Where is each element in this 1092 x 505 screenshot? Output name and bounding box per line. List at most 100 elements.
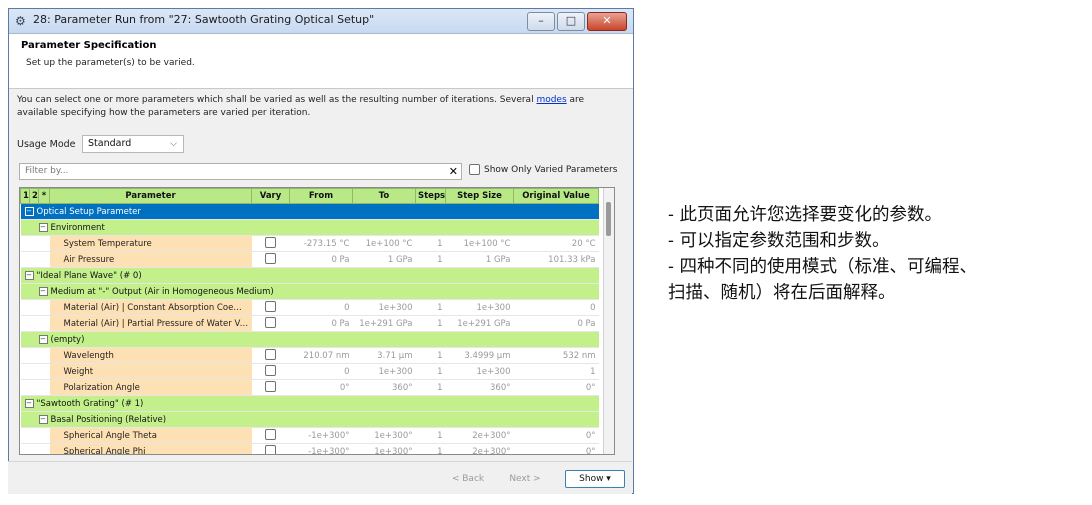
step-size-cell[interactable]: 1 GPa bbox=[445, 251, 514, 268]
group-row[interactable]: − (empty) bbox=[20, 331, 599, 348]
vary-checkbox[interactable] bbox=[265, 348, 276, 360]
vary-checkbox[interactable] bbox=[265, 300, 276, 312]
table-row[interactable]: Polarization Angle 0° 360° 1 360° 0° bbox=[20, 379, 599, 396]
from-cell[interactable]: -1e+300° bbox=[289, 427, 353, 444]
from-cell[interactable]: -273.15 °C bbox=[289, 235, 353, 252]
table-row[interactable]: Material (Air) | Constant Absorption Coe… bbox=[20, 299, 599, 316]
from-cell[interactable]: 0 bbox=[289, 363, 353, 380]
show-only-varied-checkbox[interactable] bbox=[469, 164, 480, 175]
collapse-toggle-icon[interactable]: − bbox=[24, 398, 34, 408]
minimize-button[interactable]: – bbox=[527, 12, 555, 31]
close-button[interactable]: ✕ bbox=[587, 12, 627, 31]
to-cell[interactable]: 1 GPa bbox=[352, 251, 416, 268]
from-cell[interactable]: -1e+300° bbox=[289, 443, 353, 454]
step-size-cell[interactable]: 1e+100 °C bbox=[445, 235, 514, 252]
to-cell[interactable]: 1e+300° bbox=[352, 443, 416, 454]
vary-checkbox[interactable] bbox=[265, 380, 276, 392]
header-from[interactable]: From bbox=[289, 188, 353, 204]
to-cell[interactable]: 360° bbox=[352, 379, 416, 396]
parameter-name-cell[interactable]: Weight bbox=[49, 363, 252, 380]
steps-cell[interactable]: 1 bbox=[415, 299, 446, 316]
table-row[interactable]: Spherical Angle Theta -1e+300° 1e+300° 1 2e+… bbox=[20, 427, 599, 444]
step-size-cell[interactable]: 2e+300° bbox=[445, 427, 514, 444]
vary-checkbox[interactable] bbox=[265, 444, 276, 454]
steps-cell[interactable]: 1 bbox=[415, 251, 446, 268]
steps-cell[interactable]: 1 bbox=[415, 235, 446, 252]
table-row[interactable]: Weight 0 1e+300 1 1e+300 1 bbox=[20, 363, 599, 380]
collapse-toggle-icon[interactable]: − bbox=[24, 206, 34, 216]
parameter-name-cell[interactable]: Air Pressure bbox=[49, 251, 252, 268]
steps-cell[interactable]: 1 bbox=[415, 315, 446, 332]
to-cell[interactable]: 1e+300 bbox=[352, 363, 416, 380]
to-cell[interactable]: 3.71 µm bbox=[352, 347, 416, 364]
to-cell[interactable]: 1e+100 °C bbox=[352, 235, 416, 252]
collapse-toggle-icon[interactable]: − bbox=[38, 222, 48, 232]
show-only-varied-toggle[interactable]: Show Only Varied Parameters bbox=[469, 164, 617, 175]
step-size-cell[interactable]: 3.4999 µm bbox=[445, 347, 514, 364]
steps-cell[interactable]: 1 bbox=[415, 427, 446, 444]
header-step-size[interactable]: Step Size bbox=[445, 188, 514, 204]
step-size-cell[interactable]: 1e+291 GPa bbox=[445, 315, 514, 332]
table-row[interactable]: System Temperature -273.15 °C 1e+100 °C 1 1e… bbox=[20, 235, 599, 252]
parameter-name-cell[interactable]: Spherical Angle Theta bbox=[49, 427, 252, 444]
usage-mode-select[interactable]: Standard ⌵ bbox=[82, 135, 184, 153]
collapse-toggle-icon[interactable]: − bbox=[38, 286, 48, 296]
step-size-cell[interactable]: 2e+300° bbox=[445, 443, 514, 454]
group-row[interactable]: − "Sawtooth Grating" (# 1) bbox=[20, 395, 599, 412]
vary-checkbox[interactable] bbox=[265, 428, 276, 440]
to-cell[interactable]: 1e+300° bbox=[352, 427, 416, 444]
steps-cell[interactable]: 1 bbox=[415, 363, 446, 380]
group-row[interactable]: − Optical Setup Parameter bbox=[20, 203, 599, 220]
collapse-toggle-icon[interactable]: − bbox=[24, 270, 34, 280]
from-cell[interactable]: 210.07 nm bbox=[289, 347, 353, 364]
step-size-cell[interactable]: 1e+300 bbox=[445, 363, 514, 380]
parameter-name-cell[interactable]: Spherical Angle Phi bbox=[49, 443, 252, 454]
from-cell[interactable]: 0° bbox=[289, 379, 353, 396]
modes-link[interactable]: modes bbox=[536, 95, 566, 105]
steps-cell[interactable]: 1 bbox=[415, 347, 446, 364]
scrollbar-thumb[interactable] bbox=[606, 202, 611, 236]
table-row[interactable]: Spherical Angle Phi -1e+300° 1e+300° 1 2e+30… bbox=[20, 443, 599, 454]
parameter-name-cell[interactable]: Material (Air) | Partial Pressure of Wat… bbox=[49, 315, 252, 332]
header-vary[interactable]: Vary bbox=[251, 188, 290, 204]
header-to[interactable]: To bbox=[352, 188, 416, 204]
steps-cell[interactable]: 1 bbox=[415, 443, 446, 454]
parameter-name-cell[interactable]: System Temperature bbox=[49, 235, 252, 252]
header-col-star[interactable]: * bbox=[38, 188, 50, 204]
parameter-name-cell[interactable]: Polarization Angle bbox=[49, 379, 252, 396]
from-cell[interactable]: 0 bbox=[289, 299, 353, 316]
vary-checkbox[interactable] bbox=[265, 236, 276, 248]
header-parameter[interactable]: Parameter bbox=[49, 188, 252, 204]
from-cell[interactable]: 0 Pa bbox=[289, 315, 353, 332]
table-row[interactable]: Material (Air) | Partial Pressure of Wat… bbox=[20, 315, 599, 332]
group-row[interactable]: − Environment bbox=[20, 219, 599, 236]
header-col-1[interactable]: 1 bbox=[20, 188, 30, 204]
back-button[interactable]: < Back bbox=[448, 470, 488, 488]
filter-input[interactable]: Filter by... ✕ bbox=[19, 163, 462, 180]
parameter-name-cell[interactable]: Wavelength bbox=[49, 347, 252, 364]
next-button[interactable]: Next > bbox=[505, 470, 545, 488]
collapse-toggle-icon[interactable]: − bbox=[38, 334, 48, 344]
show-button[interactable]: Show ▾ bbox=[565, 470, 625, 488]
title-bar[interactable]: ⚙ 28: Parameter Run from "27: Sawtooth G… bbox=[9, 9, 633, 34]
group-row[interactable]: − Medium at "-" Output (Air in Homogeneou… bbox=[20, 283, 599, 300]
group-row[interactable]: − "Ideal Plane Wave" (# 0) bbox=[20, 267, 599, 284]
table-row[interactable]: Air Pressure 0 Pa 1 GPa 1 1 GPa 101.33 kPa bbox=[20, 251, 599, 268]
step-size-cell[interactable]: 360° bbox=[445, 379, 514, 396]
step-size-cell[interactable]: 1e+300 bbox=[445, 299, 514, 316]
parameter-name-cell[interactable]: Material (Air) | Constant Absorption Coe… bbox=[49, 299, 252, 316]
maximize-button[interactable]: □ bbox=[557, 12, 585, 31]
collapse-toggle-icon[interactable]: − bbox=[38, 414, 48, 424]
vary-checkbox[interactable] bbox=[265, 252, 276, 264]
header-col-2[interactable]: 2 bbox=[29, 188, 39, 204]
header-original-value[interactable]: Original Value bbox=[513, 188, 599, 204]
to-cell[interactable]: 1e+291 GPa bbox=[352, 315, 416, 332]
vary-checkbox[interactable] bbox=[265, 316, 276, 328]
to-cell[interactable]: 1e+300 bbox=[352, 299, 416, 316]
clear-filter-icon[interactable]: ✕ bbox=[449, 164, 458, 179]
steps-cell[interactable]: 1 bbox=[415, 379, 446, 396]
vary-checkbox[interactable] bbox=[265, 364, 276, 376]
vertical-scrollbar[interactable] bbox=[603, 188, 614, 454]
table-row[interactable]: Wavelength 210.07 nm 3.71 µm 1 3.4999 µm 532 … bbox=[20, 347, 599, 364]
group-row[interactable]: − Basal Positioning (Relative) bbox=[20, 411, 599, 428]
